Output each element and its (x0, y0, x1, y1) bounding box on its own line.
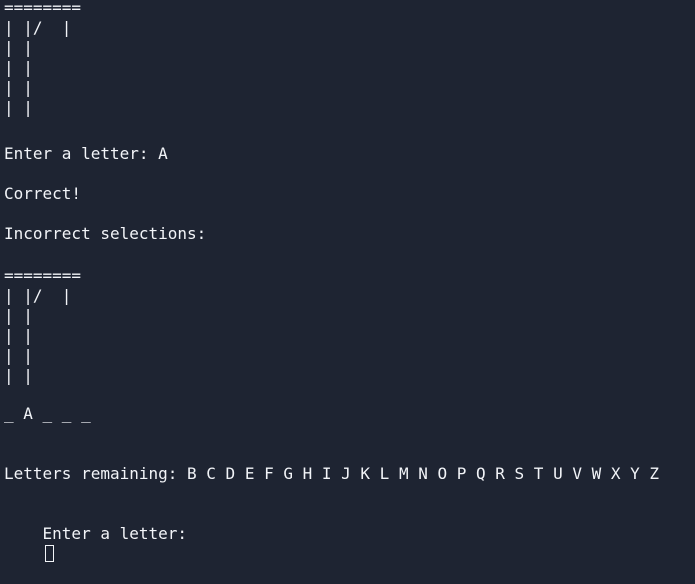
terminal-window: ======== | |/ | | | | | | | | | Enter a … (0, 0, 695, 562)
previous-letter-prompt: Enter a letter: A (4, 144, 168, 163)
hangman-gallows-ascii-current: ======== | |/ | | | | | | | | | (4, 266, 82, 385)
hangman-gallows-ascii: ======== | |/ | | | | | | | | | (4, 0, 82, 117)
word-progress: _ A _ _ _ (4, 404, 91, 423)
letters-remaining: Letters remaining: B C D E F G H I J K L… (4, 464, 660, 483)
letter-prompt: Enter a letter: (42, 524, 188, 543)
guess-feedback: Correct! (4, 184, 82, 203)
incorrect-selections-label: Incorrect selections: (4, 224, 207, 243)
input-line[interactable]: Enter a letter: (4, 504, 187, 584)
text-cursor[interactable] (44, 545, 54, 562)
